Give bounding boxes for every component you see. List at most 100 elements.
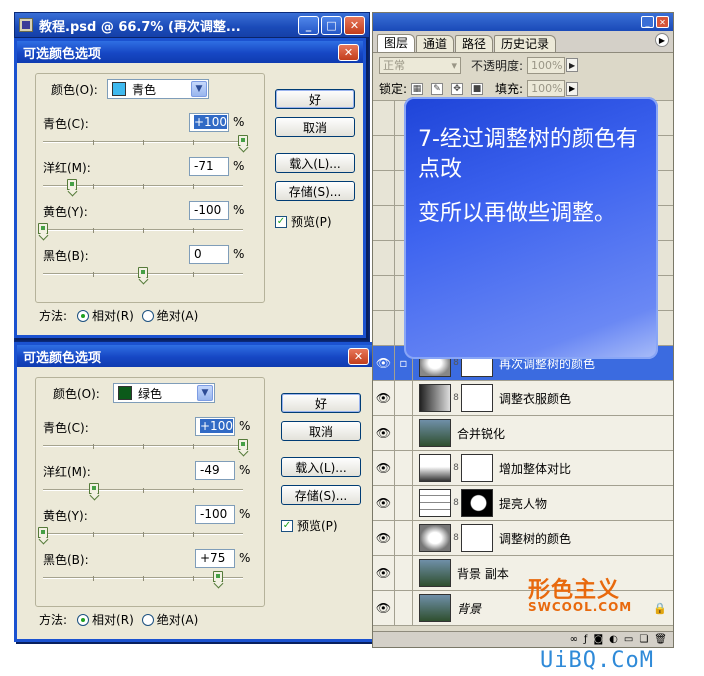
radio-absolute[interactable]: 绝对(A) bbox=[141, 611, 198, 628]
close-button[interactable]: ✕ bbox=[344, 15, 365, 35]
slider-track[interactable] bbox=[43, 439, 248, 450]
eye-icon[interactable]: 👁 bbox=[373, 591, 395, 625]
percent-input[interactable]: +100 bbox=[195, 417, 235, 436]
save-button[interactable]: 存储(S)... bbox=[281, 485, 361, 505]
eye-icon[interactable]: 👁 bbox=[373, 346, 395, 380]
layer-row[interactable]: 👁 8 增加整体对比 bbox=[373, 451, 673, 486]
new-layer-icon[interactable]: ❏ bbox=[639, 634, 648, 645]
lock-transparency-icon[interactable]: ▦ bbox=[411, 82, 424, 95]
dialog-close-button[interactable]: ✕ bbox=[338, 43, 359, 61]
chevron-down-icon[interactable]: ▼ bbox=[191, 81, 207, 97]
tab-history[interactable]: 历史记录 bbox=[494, 35, 557, 52]
layer-mask-thumbnail bbox=[461, 384, 493, 412]
link-icon[interactable]: ∞ bbox=[570, 634, 578, 645]
opacity-field[interactable]: 100% bbox=[527, 56, 566, 74]
percent-input[interactable]: -100 bbox=[195, 505, 235, 524]
slider-thumb[interactable] bbox=[138, 267, 148, 278]
eye-icon[interactable]: 👁 bbox=[373, 556, 395, 590]
lock-label: 锁定: bbox=[379, 82, 408, 96]
tab-layers[interactable]: 图层 bbox=[377, 34, 416, 52]
panel-menu-icon[interactable]: ▶ bbox=[655, 33, 669, 47]
tab-channels[interactable]: 通道 bbox=[416, 35, 455, 52]
radio-relative[interactable]: 相对(R) bbox=[77, 611, 134, 628]
eye-icon[interactable]: 👁 bbox=[373, 416, 395, 450]
lock-move-icon[interactable]: ✥ bbox=[451, 82, 464, 95]
preview-checkbox[interactable]: ✓ 预览(P) bbox=[281, 517, 338, 534]
method-label: 方法: bbox=[39, 613, 68, 627]
layer-row[interactable]: 👁 背景 副本 bbox=[373, 556, 673, 591]
eye-icon[interactable]: 👁 bbox=[373, 521, 395, 555]
layer-style-icon[interactable]: ƒ bbox=[584, 634, 588, 645]
slider-thumb[interactable] bbox=[89, 483, 99, 494]
colors-select[interactable]: 青色 ▼ bbox=[107, 79, 209, 99]
trash-icon[interactable]: 🗑 bbox=[654, 634, 667, 645]
lock-paint-icon[interactable]: ✎ bbox=[431, 82, 444, 95]
fill-arrow-icon[interactable]: ▶ bbox=[566, 81, 579, 96]
tab-paths[interactable]: 路径 bbox=[455, 35, 494, 52]
chevron-down-icon: ▾ bbox=[451, 58, 457, 72]
layer-row[interactable]: 👁 8 调整衣服颜色 bbox=[373, 381, 673, 416]
blend-mode-select[interactable]: 正常 ▾ bbox=[379, 56, 461, 74]
dialog-titlebar[interactable]: 可选颜色选项 ✕ bbox=[17, 41, 363, 63]
slider-tick bbox=[143, 140, 144, 145]
radio-absolute[interactable]: 绝对(A) bbox=[141, 307, 198, 324]
ok-button[interactable]: 好 bbox=[275, 89, 355, 109]
dialog-title: 可选颜色选项 bbox=[23, 46, 102, 62]
dialog-titlebar[interactable]: 可选颜色选项 ✕ bbox=[17, 345, 373, 367]
layer-row[interactable]: 👁 8 调整树的颜色 bbox=[373, 521, 673, 556]
eye-icon[interactable]: 👁 bbox=[373, 381, 395, 415]
minimize-icon[interactable]: _ bbox=[641, 16, 654, 28]
fill-field[interactable]: 100% bbox=[527, 80, 566, 97]
slider-track[interactable] bbox=[43, 179, 243, 190]
slider-track[interactable] bbox=[43, 483, 243, 494]
percent-input[interactable]: +100 bbox=[189, 113, 229, 132]
levels-icon bbox=[419, 454, 451, 482]
slider-tick bbox=[93, 228, 94, 233]
slider-track[interactable] bbox=[43, 135, 248, 146]
slider-thumb[interactable] bbox=[238, 439, 248, 450]
document-titlebar[interactable]: 教程.psd @ 66.7% (再次调整... _ □ ✕ bbox=[15, 13, 369, 37]
cancel-button[interactable]: 取消 bbox=[281, 421, 361, 441]
slider-track[interactable] bbox=[43, 267, 243, 278]
cancel-button[interactable]: 取消 bbox=[275, 117, 355, 137]
chevron-down-icon[interactable]: ▼ bbox=[197, 385, 213, 401]
slider-thumb[interactable] bbox=[213, 571, 223, 582]
slider-thumb[interactable] bbox=[38, 223, 48, 234]
save-button[interactable]: 存储(S)... bbox=[275, 181, 355, 201]
new-adjustment-icon[interactable]: ◐ bbox=[609, 634, 618, 645]
colors-select[interactable]: 绿色 ▼ bbox=[113, 383, 215, 403]
new-group-icon[interactable]: ▭ bbox=[624, 634, 633, 645]
load-button[interactable]: 载入(L)... bbox=[275, 153, 355, 173]
slider-track[interactable] bbox=[38, 223, 243, 234]
layer-name: 合并锐化 bbox=[457, 426, 506, 441]
radio-relative[interactable]: 相对(R) bbox=[77, 307, 134, 324]
ok-button[interactable]: 好 bbox=[281, 393, 361, 413]
close-icon[interactable]: ✕ bbox=[656, 16, 669, 28]
lock-all-icon[interactable]: ■ bbox=[471, 82, 484, 95]
percent-input[interactable]: -100 bbox=[189, 201, 229, 220]
slider-tick bbox=[93, 576, 94, 581]
maximize-button[interactable]: □ bbox=[321, 15, 342, 35]
percent-input[interactable]: +75 bbox=[195, 549, 235, 568]
layer-row[interactable]: 👁 合并锐化 bbox=[373, 416, 673, 451]
eye-icon[interactable]: 👁 bbox=[373, 486, 395, 520]
opacity-arrow-icon[interactable]: ▶ bbox=[566, 58, 579, 72]
preview-checkbox[interactable]: ✓ 预览(P) bbox=[275, 213, 332, 230]
percent-input[interactable]: 0 bbox=[189, 245, 229, 264]
dialog-close-button[interactable]: ✕ bbox=[348, 347, 369, 365]
slider-thumb[interactable] bbox=[238, 135, 248, 146]
slider-thumb[interactable] bbox=[38, 527, 48, 538]
panel-titlebar[interactable]: _ ✕ bbox=[373, 13, 673, 31]
eye-icon[interactable]: 👁 bbox=[373, 451, 395, 485]
minimize-button[interactable]: _ bbox=[298, 15, 319, 35]
slider-tick bbox=[193, 488, 194, 493]
load-button[interactable]: 载入(L)... bbox=[281, 457, 361, 477]
add-mask-icon[interactable]: ◙ bbox=[593, 634, 603, 645]
slider-track[interactable] bbox=[38, 527, 243, 538]
slider-track[interactable] bbox=[43, 571, 243, 582]
layer-mask-thumbnail bbox=[461, 524, 493, 552]
percent-input[interactable]: -71 bbox=[189, 157, 229, 176]
slider-thumb[interactable] bbox=[67, 179, 77, 190]
layer-row[interactable]: 👁 8 提亮人物 bbox=[373, 486, 673, 521]
percent-input[interactable]: -49 bbox=[195, 461, 235, 480]
